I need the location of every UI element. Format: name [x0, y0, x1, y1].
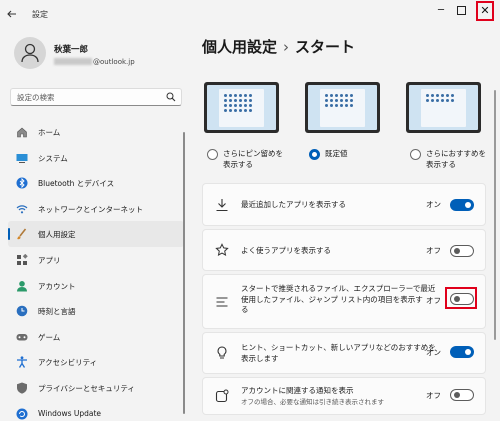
setting-label: スタートで推奨されるファイル、エクスプローラーで最近 使用したファイル、ジャンプ …	[241, 284, 436, 314]
sidebar-item-label: ネットワークとインターネット	[38, 204, 143, 214]
layout-option-more-pins[interactable]: さらにピン留めを 表示する	[207, 148, 283, 170]
sidebar-item-privacy[interactable]: プライバシーとセキュリティ	[8, 375, 184, 401]
page-title: スタート	[295, 38, 356, 56]
setting-label: アカウントに関連する通知を表示 オフの場合、必要な通知は引き続き表示されます	[241, 386, 384, 406]
radio-button[interactable]	[410, 149, 421, 160]
star-icon	[215, 243, 229, 256]
gamepad-icon	[16, 333, 28, 341]
close-button[interactable]: ✕	[476, 1, 494, 21]
sidebar-item-system[interactable]: システム	[8, 145, 184, 171]
sidebar-item-home[interactable]: ホーム	[8, 119, 184, 145]
layout-option-more-recommendations[interactable]: さらにおすすめを 表示する	[410, 148, 486, 170]
setting-tips-recommendations: ヒント、ショートカット、新しいアプリなどのおすすめを 表示します	[202, 332, 486, 374]
layout-option-default[interactable]: 既定値	[309, 148, 348, 160]
setting-account-notifications: アカウントに関連する通知を表示 オフの場合、必要な通知は引き続き表示されます	[202, 377, 486, 415]
radio-button[interactable]	[309, 149, 320, 160]
maximize-button[interactable]	[452, 2, 470, 20]
radio-button[interactable]	[207, 149, 218, 160]
breadcrumb: 個人用設定 › スタート	[202, 36, 355, 57]
sidebar-item-label: 個人用設定	[38, 230, 76, 240]
layout-thumb-more-pins[interactable]	[204, 82, 279, 133]
time-language-icon	[16, 305, 28, 317]
accessibility-icon	[17, 356, 27, 369]
setting-recommended-files: スタートで推奨されるファイル、エクスプローラーで最近 使用したファイル、ジャンプ …	[202, 274, 486, 329]
toggle-state-label: オフ	[426, 246, 441, 255]
avatar[interactable]	[14, 37, 46, 69]
search-icon[interactable]	[166, 92, 176, 102]
person-icon	[21, 43, 39, 63]
sidebar-item-label: Bluetooth とデバイス	[38, 179, 115, 189]
list-icon	[216, 296, 228, 307]
wifi-icon	[16, 205, 28, 214]
minimize-button[interactable]: ─	[432, 2, 450, 20]
apps-icon	[17, 253, 28, 265]
sidebar-item-windows-update[interactable]: Windows Update	[8, 401, 184, 421]
search-placeholder: 設定の検索	[17, 93, 55, 102]
layout-thumb-more-recommendations[interactable]	[406, 82, 481, 133]
notification-icon	[215, 389, 229, 403]
app-title: 設定	[32, 10, 48, 19]
back-arrow-icon[interactable]	[6, 8, 20, 22]
sidebar-item-label: ホーム	[38, 128, 61, 137]
update-icon	[16, 408, 28, 420]
user-email-domain: @outlook.jp	[93, 58, 135, 66]
toggle-state-label: オン	[426, 348, 441, 357]
sidebar-item-apps[interactable]: アプリ	[8, 247, 184, 273]
toggle-state-label: オン	[426, 200, 441, 209]
toggle-state-label: オフ	[426, 296, 441, 305]
sidebar-item-label: システム	[38, 153, 68, 163]
bluetooth-icon	[16, 177, 28, 189]
sidebar-item-label: ゲーム	[38, 332, 61, 342]
user-name: 秋葉一郎	[54, 45, 89, 55]
layout-thumb-default[interactable]	[305, 82, 380, 133]
setting-label: よく使うアプリを表示する	[241, 246, 331, 255]
toggle-account-notifications[interactable]	[450, 389, 474, 401]
brush-icon	[17, 228, 27, 240]
breadcrumb-parent[interactable]: 個人用設定	[202, 38, 277, 56]
home-icon	[17, 127, 27, 138]
sidebar-item-label: アカウント	[38, 281, 76, 291]
sidebar-scrollbar[interactable]	[183, 132, 185, 414]
sidebar-nav: ホーム システム Bluetooth とデバイス ネットワークとインターネット …	[8, 119, 184, 421]
sidebar-item-gaming[interactable]: ゲーム	[8, 324, 184, 350]
layout-option-label: さらにピン留めを 表示する	[223, 149, 283, 169]
lightbulb-icon	[217, 346, 227, 359]
setting-label: ヒント、ショートカット、新しいアプリなどのおすすめを 表示します	[241, 343, 436, 363]
toggle-recently-added-apps[interactable]	[450, 199, 474, 211]
shield-icon	[17, 382, 27, 394]
sidebar-item-personalization[interactable]: 個人用設定	[8, 221, 184, 247]
sidebar-item-accessibility[interactable]: アクセシビリティ	[8, 349, 184, 375]
setting-most-used-apps: よく使うアプリを表示する	[202, 229, 486, 271]
system-icon	[16, 153, 28, 163]
setting-recently-added-apps: 最近追加したアプリを表示する	[202, 183, 486, 226]
highlight-box	[445, 287, 477, 309]
layout-option-label: さらにおすすめを 表示する	[426, 149, 486, 169]
sidebar-item-network[interactable]: ネットワークとインターネット	[8, 196, 184, 222]
sidebar-item-bluetooth[interactable]: Bluetooth とデバイス	[8, 170, 184, 196]
email-redaction	[54, 58, 92, 65]
layout-option-label: 既定値	[325, 149, 348, 158]
sidebar-item-label: 時刻と言語	[38, 307, 76, 317]
breadcrumb-separator: ›	[283, 38, 290, 56]
download-icon	[216, 198, 228, 211]
account-icon	[17, 280, 27, 292]
user-email: @outlook.jp	[54, 58, 135, 66]
toggle-most-used-apps[interactable]	[450, 245, 474, 257]
toggle-tips-recommendations[interactable]	[450, 346, 474, 358]
sidebar-item-label: プライバシーとセキュリティ	[38, 383, 135, 393]
main-scrollbar[interactable]	[494, 90, 496, 340]
search-input[interactable]: 設定の検索	[10, 88, 182, 106]
toggle-state-label: オフ	[426, 391, 441, 400]
sidebar-item-label: アプリ	[38, 255, 61, 265]
sidebar-item-accounts[interactable]: アカウント	[8, 273, 184, 299]
sidebar-item-label: アクセシビリティ	[38, 358, 98, 368]
title-bar: 設定 ─ ✕	[0, 0, 500, 28]
sidebar-item-label: Windows Update	[38, 408, 102, 418]
setting-label: 最近追加したアプリを表示する	[241, 200, 346, 209]
sidebar-item-time-language[interactable]: 時刻と言語	[8, 298, 184, 324]
